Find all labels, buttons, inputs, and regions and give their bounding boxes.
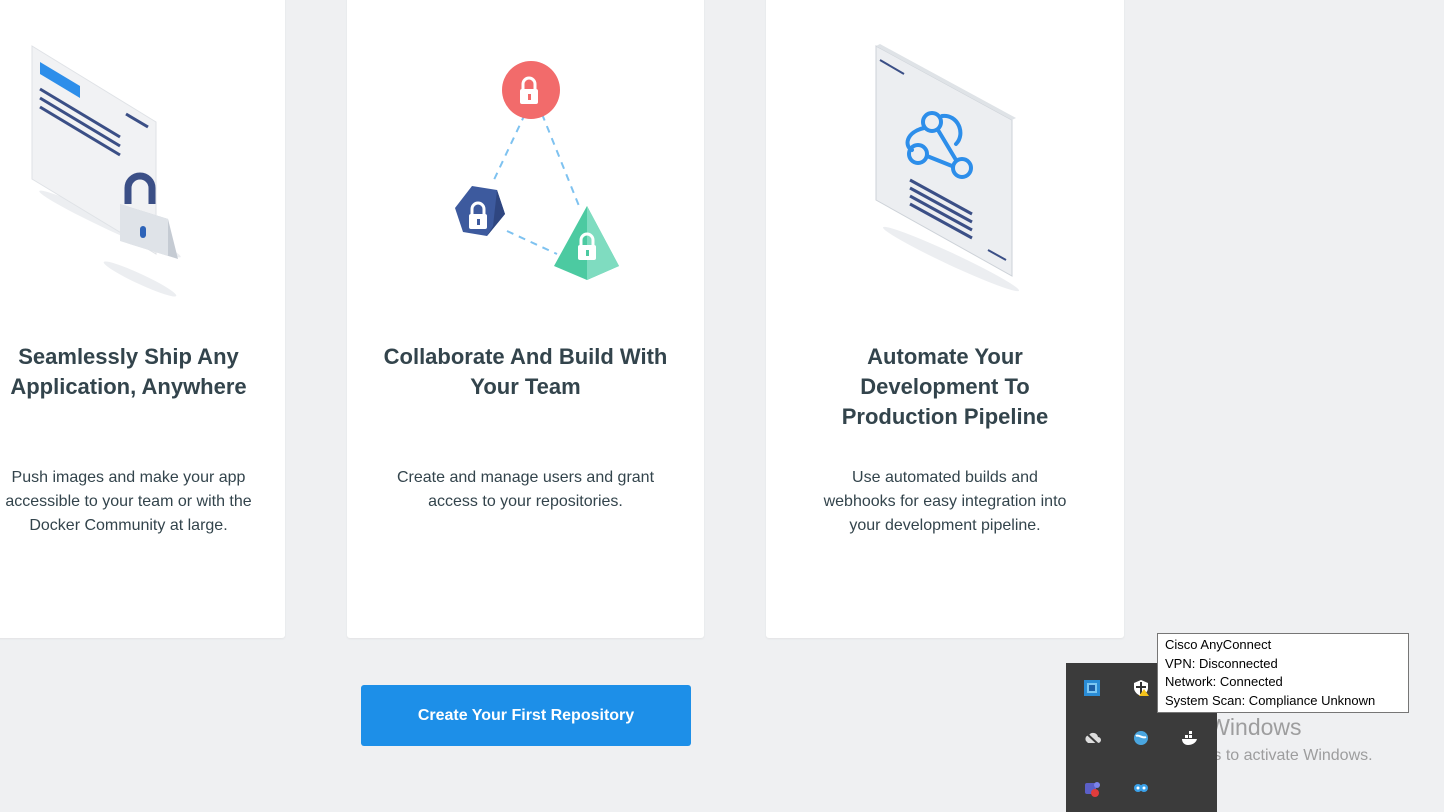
globe-icon[interactable] bbox=[1132, 729, 1150, 747]
card-description: Use automated builds and webhooks for ea… bbox=[823, 469, 1067, 534]
app-icon[interactable] bbox=[1083, 679, 1101, 697]
tooltip-line: Cisco AnyConnect bbox=[1165, 637, 1272, 652]
create-first-repository-button[interactable]: Create Your First Repository bbox=[361, 685, 691, 746]
cloud-offline-icon[interactable] bbox=[1083, 729, 1101, 747]
tooltip-line: System Scan: Compliance Unknown bbox=[1165, 692, 1376, 708]
docker-whale-icon[interactable] bbox=[1181, 729, 1199, 747]
tooltip-line: VPN: Disconnected bbox=[1165, 655, 1278, 671]
feature-card-collaborate: Collaborate And Build With Your Team Cre… bbox=[347, 0, 704, 638]
tooltip-line: Network: Connected bbox=[1165, 674, 1283, 689]
webhook-document-illustration bbox=[875, 44, 1020, 292]
owl-app-icon[interactable] bbox=[1132, 779, 1150, 797]
card-description: Push images and make your app accessible… bbox=[5, 469, 252, 534]
card-title: Collaborate And Build With Your Team bbox=[383, 344, 668, 399]
card-title: Automate Your Development To Production … bbox=[841, 344, 1049, 429]
teams-icon[interactable] bbox=[1083, 779, 1101, 797]
feature-card-ship: Seamlessly Ship Any Application, Anywher… bbox=[0, 0, 285, 638]
team-network-padlocks-illustration bbox=[455, 61, 619, 280]
document-with-padlock-illustration bbox=[31, 45, 181, 297]
feature-card-automate: Automate Your Development To Production … bbox=[766, 0, 1124, 638]
cisco-anyconnect-tooltip: Cisco AnyConnect VPN: Disconnected Netwo… bbox=[1157, 633, 1409, 713]
card-title: Seamlessly Ship Any Application, Anywher… bbox=[10, 344, 247, 399]
card-description: Create and manage users and grant access… bbox=[396, 469, 655, 510]
security-shield-warning-icon[interactable] bbox=[1132, 679, 1150, 697]
